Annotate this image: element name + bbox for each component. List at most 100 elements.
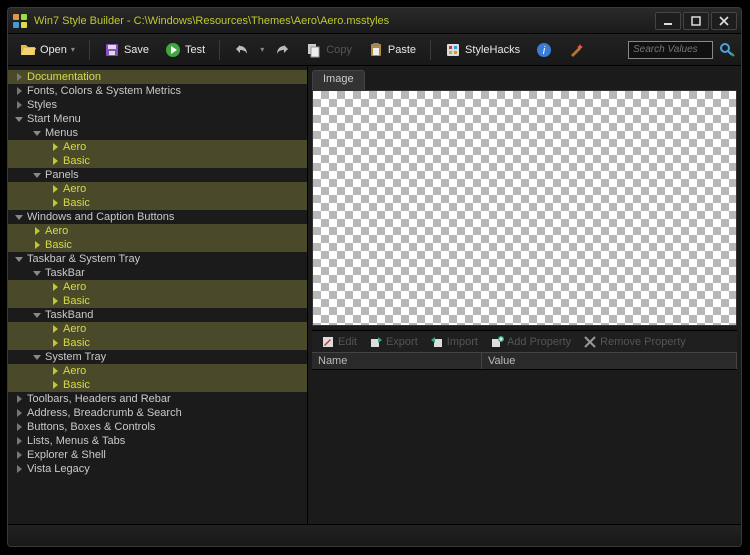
- add-property-button[interactable]: Add Property: [485, 333, 576, 351]
- tree-node-label: Explorer & Shell: [27, 449, 106, 461]
- separator: [89, 40, 90, 60]
- stylehacks-button[interactable]: StyleHacks: [439, 39, 526, 61]
- tree-node[interactable]: Menus: [8, 126, 307, 140]
- navigation-tree[interactable]: DocumentationFonts, Colors & System Metr…: [8, 66, 308, 524]
- maximize-button[interactable]: [683, 12, 709, 30]
- tree-node[interactable]: Basic: [8, 154, 307, 168]
- tree-node[interactable]: System Tray: [8, 350, 307, 364]
- property-grid[interactable]: [312, 370, 737, 520]
- tree-node[interactable]: Basic: [8, 336, 307, 350]
- tree-node[interactable]: Basic: [8, 196, 307, 210]
- chevron-right-icon[interactable]: [50, 296, 60, 306]
- chevron-down-icon[interactable]: [32, 170, 42, 180]
- tree-node[interactable]: Aero: [8, 322, 307, 336]
- chevron-down-icon[interactable]: [14, 114, 24, 124]
- window-title: Win7 Style Builder - C:\Windows\Resource…: [34, 15, 649, 27]
- column-name[interactable]: Name: [312, 353, 482, 369]
- tree-node-label: Aero: [63, 281, 86, 293]
- tree-node[interactable]: Buttons, Boxes & Controls: [8, 420, 307, 434]
- chevron-right-icon[interactable]: [14, 408, 24, 418]
- remove-property-button[interactable]: Remove Property: [578, 333, 691, 351]
- property-toolbar: Edit Export Import Add Property Remove P…: [312, 330, 737, 352]
- chevron-right-icon[interactable]: [50, 324, 60, 334]
- tree-node-label: Fonts, Colors & System Metrics: [27, 85, 181, 97]
- tree-node[interactable]: Aero: [8, 224, 307, 238]
- info-button[interactable]: i: [530, 39, 558, 61]
- tree-node[interactable]: Vista Legacy: [8, 462, 307, 476]
- image-preview[interactable]: [312, 90, 737, 326]
- tree-node[interactable]: Fonts, Colors & System Metrics: [8, 84, 307, 98]
- tree-node-label: Aero: [45, 225, 68, 237]
- tree-node[interactable]: TaskBar: [8, 266, 307, 280]
- chevron-right-icon[interactable]: [14, 72, 24, 82]
- titlebar[interactable]: Win7 Style Builder - C:\Windows\Resource…: [8, 8, 741, 34]
- chevron-down-icon[interactable]: [14, 212, 24, 222]
- wand-button[interactable]: [562, 39, 590, 61]
- tree-node[interactable]: TaskBand: [8, 308, 307, 322]
- tree-node[interactable]: Taskbar & System Tray: [8, 252, 307, 266]
- tree-node[interactable]: Windows and Caption Buttons: [8, 210, 307, 224]
- chevron-right-icon[interactable]: [50, 142, 60, 152]
- search-input[interactable]: [628, 41, 713, 59]
- undo-button[interactable]: [228, 39, 256, 61]
- save-button[interactable]: Save: [98, 39, 155, 61]
- tree-node[interactable]: Panels: [8, 168, 307, 182]
- tree-node-label: TaskBar: [45, 267, 85, 279]
- copy-icon: [306, 42, 322, 58]
- chevron-right-icon[interactable]: [50, 184, 60, 194]
- tree-node[interactable]: Aero: [8, 364, 307, 378]
- chevron-down-icon[interactable]: [14, 254, 24, 264]
- chevron-down-icon[interactable]: [32, 310, 42, 320]
- chevron-right-icon[interactable]: [50, 338, 60, 348]
- open-button[interactable]: Open ▾: [14, 39, 81, 61]
- tree-node[interactable]: Explorer & Shell: [8, 448, 307, 462]
- chevron-right-icon[interactable]: [14, 86, 24, 96]
- chevron-right-icon[interactable]: [50, 156, 60, 166]
- chevron-right-icon[interactable]: [32, 240, 42, 250]
- tab-image[interactable]: Image: [312, 70, 365, 90]
- tree-node[interactable]: Toolbars, Headers and Rebar: [8, 392, 307, 406]
- chevron-down-icon[interactable]: [32, 268, 42, 278]
- minimize-button[interactable]: [655, 12, 681, 30]
- tree-node[interactable]: Documentation: [8, 70, 307, 84]
- chevron-right-icon[interactable]: [14, 436, 24, 446]
- chevron-right-icon[interactable]: [50, 380, 60, 390]
- tree-node[interactable]: Address, Breadcrumb & Search: [8, 406, 307, 420]
- tree-node[interactable]: Aero: [8, 280, 307, 294]
- close-button[interactable]: [711, 12, 737, 30]
- tree-node-label: Address, Breadcrumb & Search: [27, 407, 182, 419]
- import-button[interactable]: Import: [425, 333, 483, 351]
- export-button[interactable]: Export: [364, 333, 423, 351]
- chevron-right-icon[interactable]: [32, 226, 42, 236]
- chevron-right-icon[interactable]: [50, 282, 60, 292]
- chevron-right-icon[interactable]: [14, 100, 24, 110]
- chevron-down-icon[interactable]: [32, 128, 42, 138]
- chevron-right-icon[interactable]: [14, 422, 24, 432]
- chevron-right-icon[interactable]: [50, 366, 60, 376]
- tree-node[interactable]: Aero: [8, 140, 307, 154]
- tree-node-label: Styles: [27, 99, 57, 111]
- chevron-right-icon[interactable]: [14, 394, 24, 404]
- folder-open-icon: [20, 42, 36, 58]
- chevron-right-icon[interactable]: [14, 464, 24, 474]
- tree-node[interactable]: Basic: [8, 294, 307, 308]
- copy-button[interactable]: Copy: [300, 39, 358, 61]
- search-go-icon[interactable]: [719, 42, 735, 58]
- tree-node[interactable]: Start Menu: [8, 112, 307, 126]
- edit-property-button[interactable]: Edit: [316, 333, 362, 351]
- magic-wand-icon: [568, 42, 584, 58]
- tree-node-label: Basic: [63, 155, 90, 167]
- tree-node[interactable]: Lists, Menus & Tabs: [8, 434, 307, 448]
- tree-node[interactable]: Basic: [8, 378, 307, 392]
- test-button[interactable]: Test: [159, 39, 211, 61]
- column-value[interactable]: Value: [482, 353, 737, 369]
- tree-node[interactable]: Styles: [8, 98, 307, 112]
- tree-node[interactable]: Aero: [8, 182, 307, 196]
- redo-button[interactable]: [268, 39, 296, 61]
- tree-node[interactable]: Basic: [8, 238, 307, 252]
- paste-button[interactable]: Paste: [362, 39, 422, 61]
- chevron-right-icon[interactable]: [50, 198, 60, 208]
- chevron-right-icon[interactable]: [14, 450, 24, 460]
- dropdown-arrow-icon[interactable]: ▾: [260, 45, 264, 54]
- chevron-down-icon[interactable]: [32, 352, 42, 362]
